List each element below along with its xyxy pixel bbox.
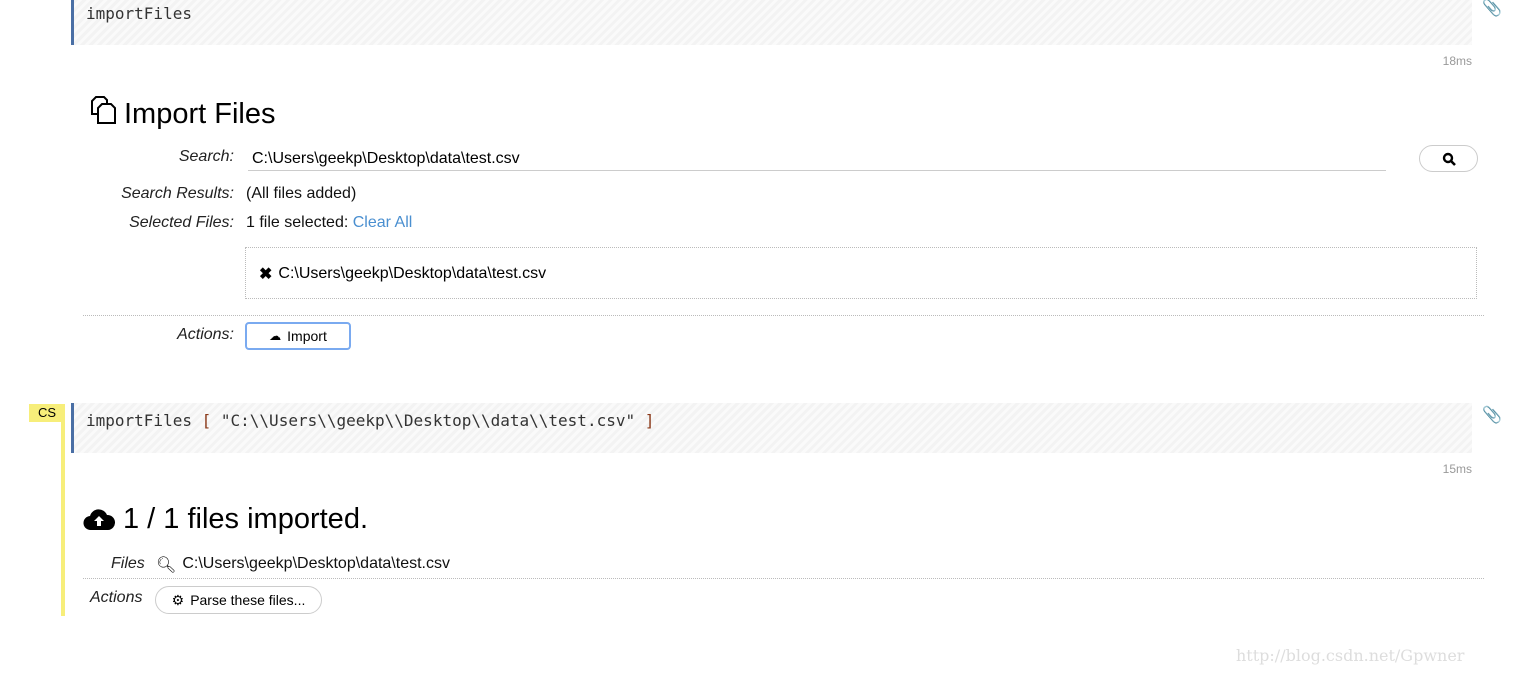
remove-icon[interactable]: ✖ (259, 264, 272, 284)
files-icon (88, 95, 120, 133)
search-results-value: (All files added) (246, 185, 357, 202)
cloud-upload-icon (83, 508, 115, 530)
divider (83, 578, 1484, 579)
parse-files-button[interactable]: ⚙ Parse these files... (155, 586, 322, 614)
search-icon (1442, 152, 1456, 166)
list-item: ✖ C:\Users\geekp\Desktop\data\test.csv (259, 264, 547, 284)
paperclip-icon[interactable]: 📎 (1482, 405, 1502, 425)
code-cell-1[interactable]: importFiles (71, 0, 1472, 45)
page-title: Import Files (88, 95, 275, 133)
key-icon: 🔍︎ (156, 557, 177, 574)
timing: 15ms (1442, 462, 1472, 476)
import-button[interactable]: ☁ Import (245, 322, 351, 350)
search-label: Search: (178, 148, 234, 165)
actions-label: Actions: (177, 326, 234, 343)
timing: 18ms (1442, 54, 1472, 68)
search-results-label: Search Results: (121, 185, 234, 202)
cell-gutter (61, 404, 65, 616)
cloud-upload-icon: ☁ (269, 329, 282, 343)
result-title: 1 / 1 files imported. (83, 503, 368, 536)
watermark: http://blog.csdn.net/Gpwner (1236, 646, 1465, 665)
clear-all-link[interactable]: Clear All (353, 214, 413, 231)
files-label: Files (111, 555, 145, 572)
code-cell-2[interactable]: importFiles [ "C:\\Users\\geekp\\Desktop… (71, 403, 1472, 453)
actions-label: Actions (90, 589, 143, 606)
selected-files-list: ✖ C:\Users\geekp\Desktop\data\test.csv (245, 247, 1477, 299)
code-text: importFiles (86, 4, 192, 23)
selected-files-value: 1 file selected: Clear All (246, 214, 413, 231)
divider (83, 315, 1484, 316)
search-input[interactable] (248, 148, 1386, 171)
gear-icon: ⚙ (171, 591, 185, 608)
imported-file: 🔍︎ C:\Users\geekp\Desktop\data\test.csv (156, 555, 450, 574)
selected-files-label: Selected Files: (129, 214, 234, 231)
search-button[interactable] (1419, 145, 1478, 172)
paperclip-icon[interactable]: 📎 (1482, 0, 1502, 18)
cell-badge: CS (29, 404, 65, 422)
